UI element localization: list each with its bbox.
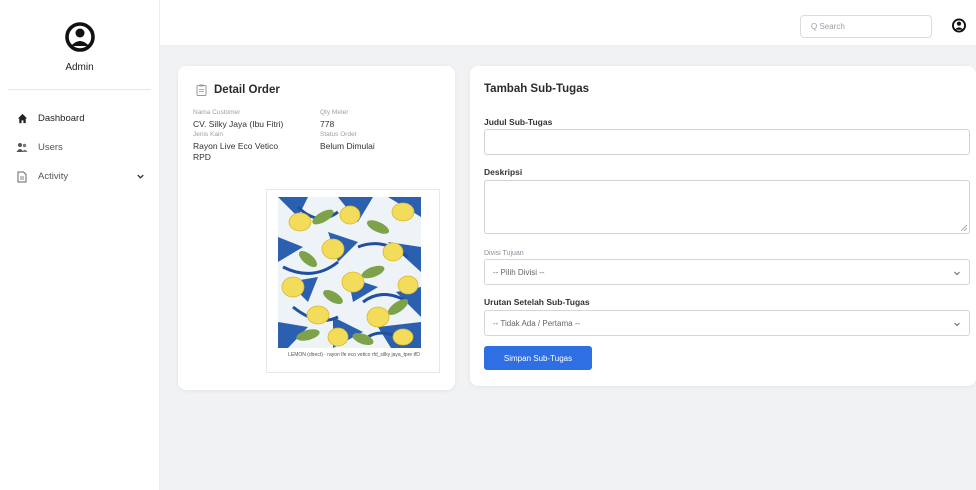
kain-value: Rayon Live Eco Vetico <box>193 140 279 151</box>
qty-label: Qty Meter <box>320 109 349 116</box>
design-image-caption: LEMON (direct) · rayon lfe eco vetico rf… <box>288 352 420 358</box>
urutan-select-value: -- Tidak Ada / Pertama -- <box>493 318 581 328</box>
fabric-design-image[interactable] <box>278 197 421 348</box>
sidebar-nav: Dashboard Users Activity <box>0 90 159 191</box>
urutan-label: Urutan Setelah Sub-Tugas <box>484 297 590 307</box>
judul-label: Judul Sub-Tugas <box>484 117 553 127</box>
detail-order-title-text: Detail Order <box>214 84 280 96</box>
kain-label: Jenis Kain <box>193 131 223 138</box>
sidebar-item-label: Users <box>38 142 63 153</box>
deskripsi-textarea[interactable] <box>484 180 970 234</box>
divisi-select-value: -- Pilih Divisi -- <box>493 267 545 277</box>
chevron-down-icon[interactable] <box>136 172 145 181</box>
users-icon <box>16 142 28 154</box>
order-info-left: Nama Customer CV. Silky Jaya (Ibu Fitri)… <box>193 108 283 164</box>
customer-label: Nama Customer <box>193 109 241 116</box>
status-value: Belum Dimulai <box>320 140 375 151</box>
top-bar <box>160 0 976 46</box>
user-avatar-icon[interactable] <box>952 18 966 34</box>
home-icon <box>16 113 28 125</box>
customer-value: CV. Silky Jaya (Ibu Fitri) <box>193 118 284 129</box>
divisi-label: Divisi Tujuan <box>484 250 524 257</box>
detail-order-title: Detail Order <box>196 84 280 96</box>
urutan-select[interactable]: -- Tidak Ada / Pertama -- <box>484 310 970 336</box>
resize-handle-icon[interactable] <box>961 225 967 231</box>
chevron-down-icon <box>954 322 960 327</box>
user-profile: Admin <box>8 0 151 90</box>
clipboard-icon <box>196 84 207 96</box>
user-avatar-icon <box>64 22 95 52</box>
add-subtask-card: Tambah Sub-Tugas Judul Sub-Tugas Deskrip… <box>470 66 976 386</box>
detail-order-card: Detail Order Nama Customer CV. Silky Jay… <box>178 66 455 390</box>
kain-value-code: RPD <box>193 152 211 162</box>
chevron-down-icon <box>954 271 960 276</box>
order-info-right: Qty Meter 778 Status Order Belum Dimulai <box>320 108 375 152</box>
judul-input[interactable] <box>484 129 970 155</box>
document-icon <box>16 171 28 183</box>
form-title: Tambah Sub-Tugas <box>484 83 589 95</box>
user-name: Admin <box>65 62 94 73</box>
design-image-frame: LEMON (direct) · rayon lfe eco vetico rf… <box>266 189 440 373</box>
sidebar-item-dashboard[interactable]: Dashboard <box>0 104 159 133</box>
sidebar: Admin Dashboard Users Activity <box>0 0 160 490</box>
qty-value: 778 <box>320 118 335 129</box>
sidebar-item-activity[interactable]: Activity <box>0 162 159 191</box>
sidebar-item-label: Dashboard <box>38 113 85 124</box>
save-subtask-button[interactable]: Simpan Sub-Tugas <box>484 346 592 370</box>
search-input[interactable] <box>800 15 932 38</box>
deskripsi-label: Deskripsi <box>484 167 523 177</box>
sidebar-item-users[interactable]: Users <box>0 133 159 162</box>
sidebar-item-label: Activity <box>38 171 69 182</box>
status-label: Status Order <box>320 131 357 138</box>
divisi-select[interactable]: -- Pilih Divisi -- <box>484 259 970 285</box>
